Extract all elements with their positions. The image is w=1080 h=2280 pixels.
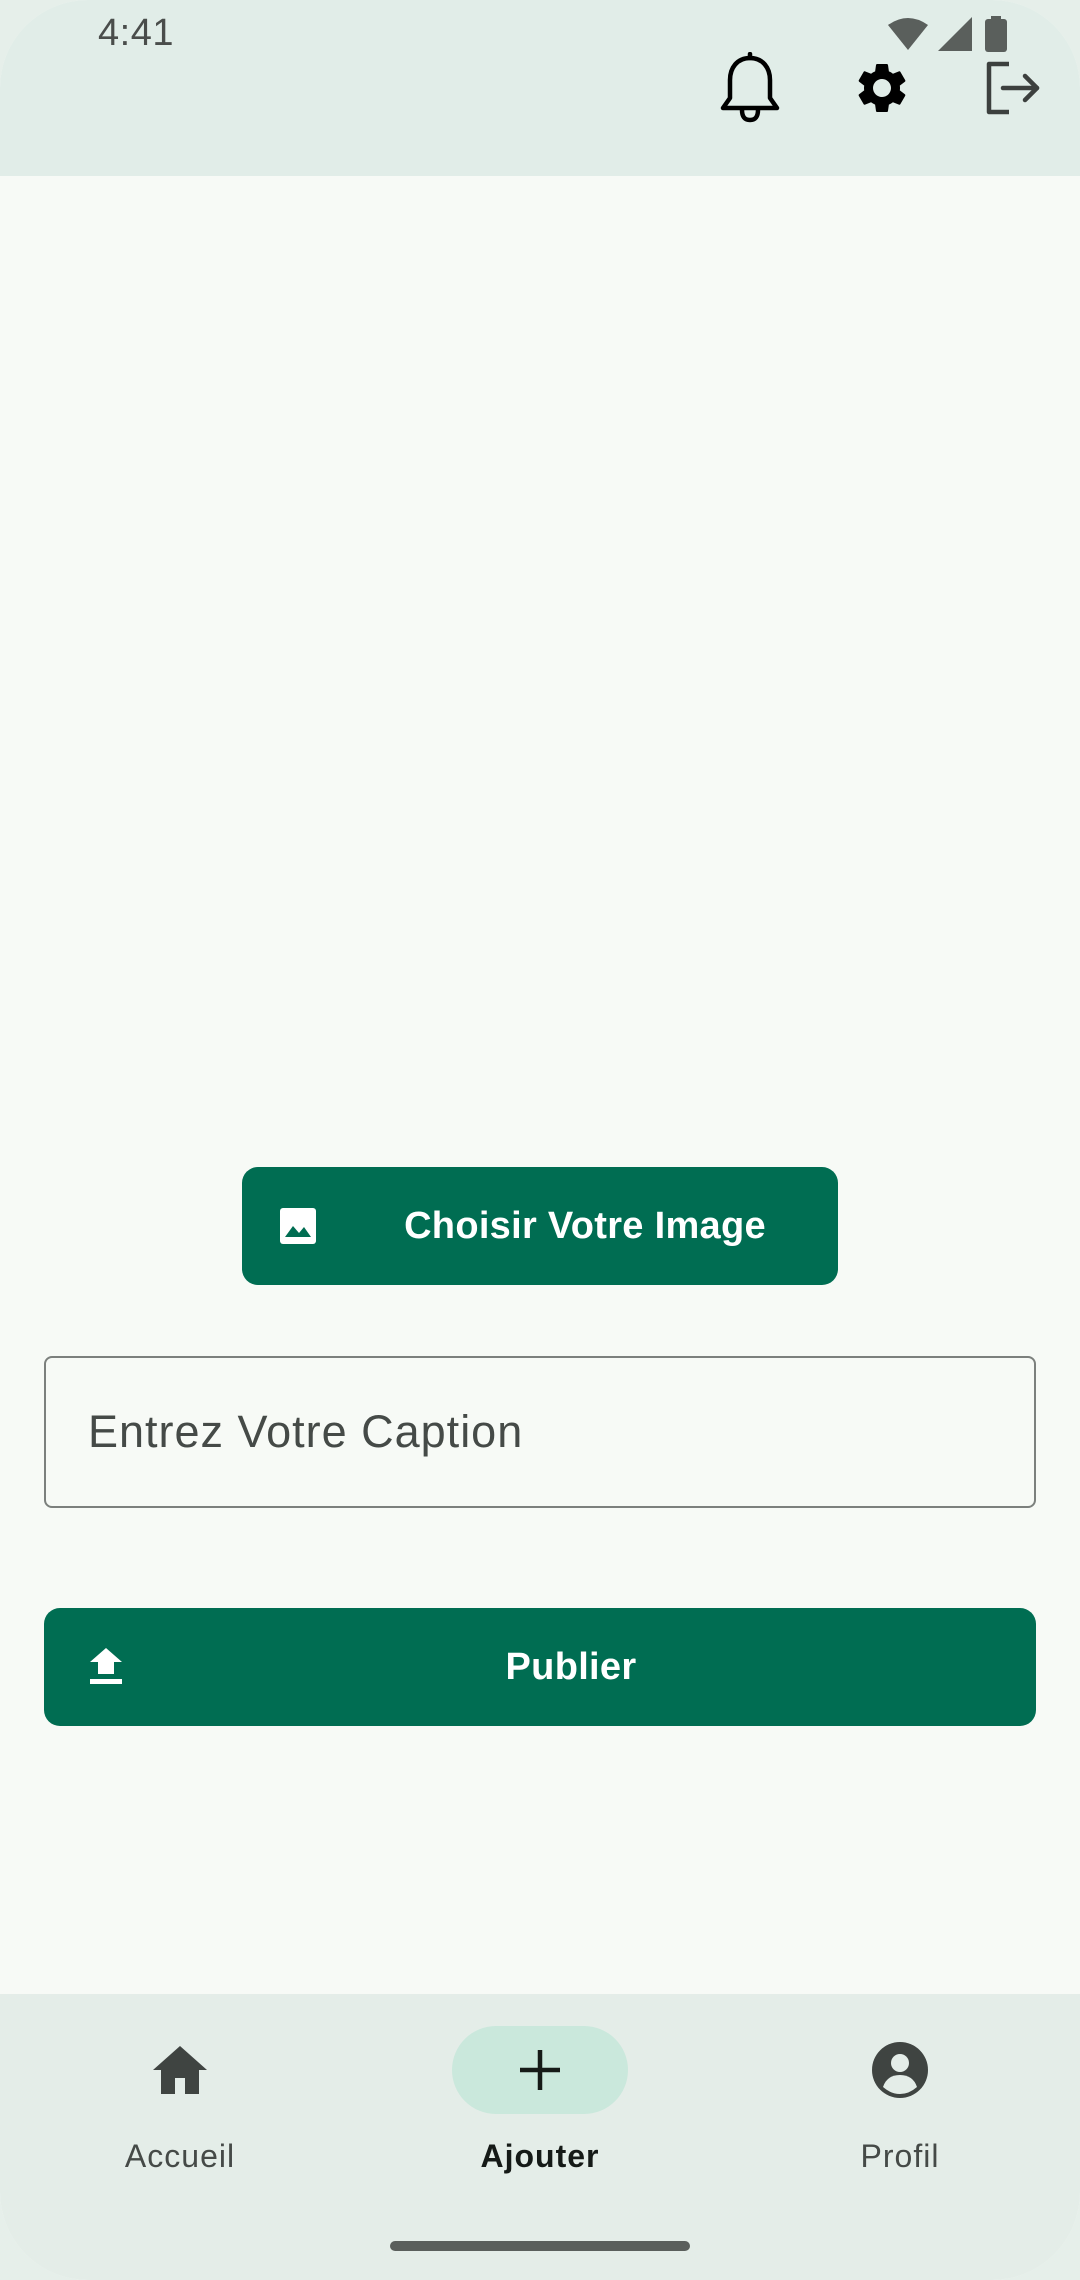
nav-label: Profil — [860, 2138, 940, 2174]
logout-button[interactable] — [973, 48, 1053, 128]
home-icon — [153, 2046, 207, 2094]
top-app-bar: 4:41 — [0, 0, 1080, 176]
nav-indicator-active — [452, 2026, 628, 2114]
bell-icon — [720, 52, 780, 123]
status-time: 4:41 — [98, 12, 174, 54]
choose-image-label: Choisir Votre Image — [404, 1204, 766, 1247]
caption-field[interactable] — [44, 1356, 1036, 1508]
gear-icon — [858, 63, 906, 112]
gesture-bar[interactable] — [390, 2241, 690, 2251]
screen: 4:41 Choisir Votre Image Entrez Votre Ca… — [0, 0, 1080, 2280]
account-circle-icon — [872, 2042, 928, 2098]
nav-item-ajouter[interactable]: Ajouter — [360, 1994, 720, 2194]
nav-label: Accueil — [124, 2138, 236, 2174]
choose-image-button[interactable]: Choisir Votre Image — [242, 1167, 838, 1285]
notifications-button[interactable] — [710, 48, 790, 128]
battery-icon — [985, 16, 1007, 52]
publish-button[interactable]: Publier — [44, 1608, 1036, 1726]
bottom-navigation: Accueil Ajouter Profil — [0, 1994, 1080, 2280]
status-icons — [888, 16, 1008, 52]
nav-item-profil[interactable]: Profil — [720, 1994, 1080, 2194]
wifi-icon — [888, 18, 928, 50]
nav-indicator — [92, 2026, 268, 2114]
settings-button[interactable] — [842, 48, 922, 128]
nav-item-accueil[interactable]: Accueil — [0, 1994, 360, 2194]
nav-label: Ajouter — [480, 2138, 600, 2174]
cell-signal-icon — [938, 17, 972, 51]
publish-label: Publier — [505, 1646, 637, 1688]
logout-icon — [986, 61, 1040, 115]
plus-icon — [520, 2050, 560, 2090]
caption-input[interactable] — [46, 1358, 1034, 1506]
nav-indicator — [812, 2026, 988, 2114]
